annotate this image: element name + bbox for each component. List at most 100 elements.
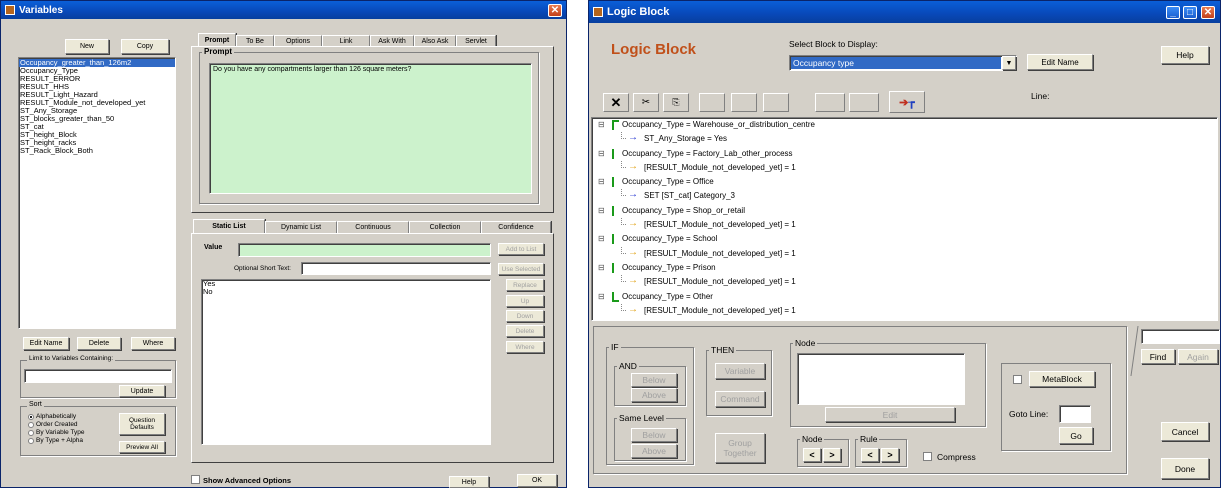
variable-list[interactable]: Occupancy_greater_than_126m2 Occupancy_Ty… — [18, 57, 176, 329]
value-tab[interactable]: Confidence — [481, 221, 551, 233]
and-below-button[interactable]: Below — [631, 373, 677, 387]
paste-tool-1[interactable] — [699, 93, 725, 112]
and-above-button[interactable]: Above — [631, 388, 677, 402]
variable-button[interactable]: Variable — [715, 363, 765, 379]
edit-name-button[interactable]: Edit Name — [1027, 54, 1093, 70]
value-tab[interactable]: Dynamic List — [265, 221, 337, 233]
tree-structure-tool[interactable]: ➔ ┲ — [889, 91, 925, 113]
value-list-item[interactable]: No — [202, 288, 490, 296]
expand-icon[interactable]: ⊟ — [598, 232, 605, 246]
delete-value-button[interactable]: Delete — [506, 325, 544, 337]
delete-tool[interactable]: ✕ — [603, 93, 629, 112]
tree-node[interactable]: → [RESULT_Module_not_developed_yet] = 1 — [592, 246, 1217, 261]
chevron-down-icon[interactable]: ▼ — [1002, 56, 1016, 70]
update-button[interactable]: Update — [119, 385, 165, 397]
delete-variable-button[interactable]: Delete — [77, 337, 121, 350]
where-button[interactable]: Where — [131, 337, 175, 350]
tree-node[interactable]: ⊟ Occupancy_Type = Factory_Lab_other_proc… — [592, 147, 1217, 161]
tree-node[interactable]: → SET [ST_cat] Category_3 — [592, 189, 1217, 203]
rule-next-button[interactable]: > — [881, 448, 899, 462]
tool-blank-1[interactable] — [815, 93, 845, 112]
variables-titlebar[interactable]: Variables — [1, 1, 566, 19]
metablock-button[interactable]: MetaBlock — [1029, 371, 1095, 387]
tree-node[interactable]: → ST_Any_Storage = Yes — [592, 132, 1217, 146]
prompt-tab[interactable]: Prompt — [198, 33, 236, 47]
variable-list-item[interactable]: ST_Rack_Block_Both — [19, 147, 175, 155]
copy-tool[interactable]: ⎘ — [663, 93, 689, 112]
show-advanced-checkbox[interactable] — [191, 475, 200, 484]
find-button[interactable]: Find — [1141, 349, 1175, 364]
tree-node[interactable]: → [RESULT_Module_not_developed_yet] = 1 — [592, 218, 1217, 232]
tree-node[interactable]: ⊟ Occupancy_Type = School — [592, 232, 1217, 246]
add-to-list-button[interactable]: Add to List — [498, 243, 544, 255]
value-input[interactable] — [238, 243, 491, 257]
paste-tool-2[interactable] — [731, 93, 757, 112]
sort-option[interactable]: By Type + Alpha — [28, 437, 85, 445]
value-list[interactable]: Yes No — [201, 279, 491, 445]
edit-node-button[interactable]: Edit — [825, 407, 955, 422]
new-variable-button[interactable]: New — [65, 39, 109, 54]
help-button[interactable]: Help — [1161, 46, 1209, 64]
replace-button[interactable]: Replace — [506, 279, 544, 291]
tool-blank-2[interactable] — [849, 93, 879, 112]
value-tab[interactable]: Collection — [409, 221, 481, 233]
expand-icon[interactable]: ⊟ — [598, 261, 605, 275]
tree-node[interactable]: ⊟ Occupancy_Type = Shop_or_retail — [592, 204, 1217, 218]
node-prev-button[interactable]: < — [803, 448, 821, 462]
value-tab[interactable]: Static List — [193, 219, 265, 233]
expand-icon[interactable]: ⊟ — [598, 147, 605, 161]
logic-titlebar[interactable]: Logic Block — [589, 1, 1220, 23]
tree-node[interactable]: ⊟ Occupancy_Type = Prison — [592, 261, 1217, 275]
question-defaults-button[interactable]: Question Defaults — [119, 413, 165, 435]
same-above-button[interactable]: Above — [631, 444, 677, 458]
value-tab[interactable]: Continuous — [337, 221, 409, 233]
logic-tree[interactable]: ⊟ Occupancy_Type = Warehouse_or_distribut… — [591, 117, 1218, 321]
copy-variable-button[interactable]: Copy — [121, 39, 169, 54]
tree-node[interactable]: ⊟ Occupancy_Type = Office — [592, 175, 1217, 189]
go-button[interactable]: Go — [1059, 427, 1093, 444]
block-select[interactable]: Occupancy type ▼ — [789, 55, 1017, 71]
preview-all-button[interactable]: Preview All — [119, 441, 165, 453]
tree-node[interactable]: ⊟ Occupancy_Type = Warehouse_or_distribut… — [592, 118, 1217, 132]
edit-name-button[interactable]: Edit Name — [23, 337, 69, 350]
expand-icon[interactable]: ⊟ — [598, 290, 605, 304]
paste-tool-3[interactable] — [763, 93, 789, 112]
help-button[interactable]: Help — [449, 476, 489, 488]
expand-icon[interactable]: ⊟ — [598, 175, 605, 189]
tree-node[interactable]: → [RESULT_Module_not_developed_yet] = 1 — [592, 303, 1217, 318]
sort-option[interactable]: Alphabetically — [28, 413, 85, 421]
node-textarea[interactable] — [797, 353, 965, 405]
goto-line-input[interactable] — [1059, 405, 1091, 423]
optional-short-text-input[interactable] — [301, 262, 491, 275]
sort-option[interactable]: Order Created — [28, 421, 85, 429]
same-below-button[interactable]: Below — [631, 428, 677, 442]
tree-node[interactable]: → [RESULT_Module_not_developed_yet] = 1 — [592, 160, 1217, 175]
metablock-checkbox[interactable] — [1013, 375, 1022, 384]
where-value-button[interactable]: Where — [506, 341, 544, 353]
tree-node[interactable]: → [RESULT_Module_not_developed_yet] = 1 — [592, 275, 1217, 289]
limit-input[interactable] — [24, 369, 172, 383]
command-button[interactable]: Command — [715, 391, 765, 407]
minimize-icon[interactable]: _ — [1166, 6, 1180, 19]
done-button[interactable]: Done — [1161, 458, 1209, 479]
cut-tool[interactable]: ✂ — [633, 93, 659, 112]
prompt-textarea[interactable]: Do you have any compartments larger than… — [209, 63, 532, 194]
expand-icon[interactable]: ⊟ — [598, 118, 605, 132]
cancel-button[interactable]: Cancel — [1161, 422, 1209, 441]
up-button[interactable]: Up — [506, 295, 544, 307]
down-button[interactable]: Down — [506, 310, 544, 322]
close-icon[interactable]: ✕ — [548, 4, 562, 17]
compress-checkbox[interactable] — [923, 452, 932, 461]
use-selected-button[interactable]: Use Selected — [498, 263, 544, 275]
rule-prev-button[interactable]: < — [861, 448, 879, 462]
tree-node[interactable]: ⊟ Occupancy_Type = Other — [592, 290, 1217, 304]
find-input[interactable] — [1141, 329, 1220, 344]
sort-option[interactable]: By Variable Type — [28, 429, 85, 437]
close-icon[interactable]: ✕ — [1201, 6, 1215, 19]
ok-button[interactable]: OK — [517, 474, 557, 487]
expand-icon[interactable]: ⊟ — [598, 204, 605, 218]
maximize-icon[interactable]: □ — [1183, 6, 1197, 19]
group-together-button[interactable]: Group Together — [715, 433, 765, 463]
again-button[interactable]: Again — [1178, 349, 1218, 364]
node-next-button[interactable]: > — [823, 448, 841, 462]
